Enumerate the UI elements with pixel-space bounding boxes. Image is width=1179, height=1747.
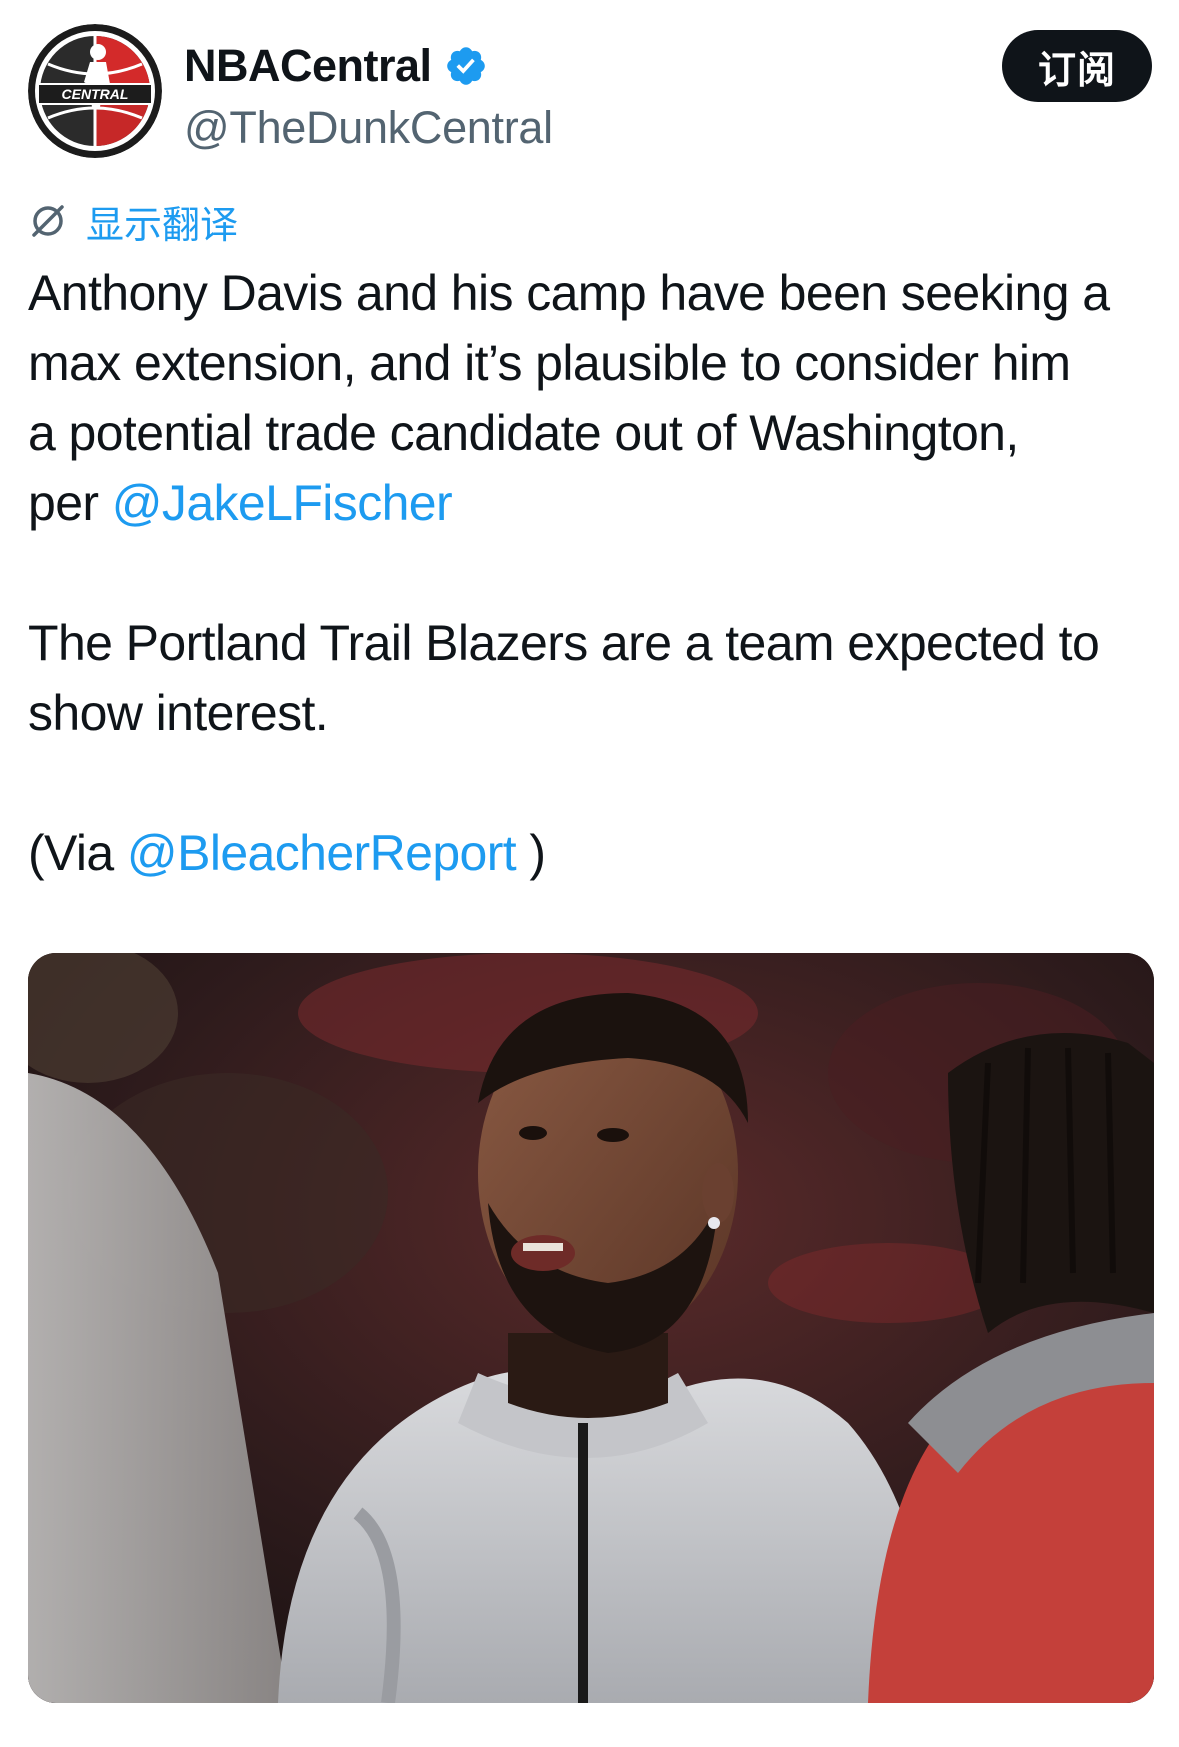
tweet-line: Anthony Davis and his camp have been see…: [28, 265, 1110, 321]
tweet-text-fragment: (Via: [28, 825, 127, 881]
subscribe-button[interactable]: 订阅: [1002, 30, 1152, 102]
tweet-line: (Via @BleacherReport ): [28, 818, 1158, 888]
tweet-text-fragment: ): [516, 825, 546, 881]
tweet-line: per @JakeLFischer: [28, 468, 1158, 538]
tweet-line: show interest.: [28, 685, 329, 741]
display-name[interactable]: NBACentral: [184, 40, 432, 92]
tweet-header: CENTRAL NBACentral @TheDunkCentral 订阅: [28, 24, 1152, 160]
author-block: NBACentral @TheDunkCentral: [184, 38, 553, 154]
avatar-logo-text: CENTRAL: [62, 86, 129, 102]
tweet-photo[interactable]: [28, 953, 1154, 1703]
translate-icon: [32, 205, 64, 237]
tweet-line: a potential trade candidate out of Washi…: [28, 405, 1019, 461]
tweet-text-fragment: per: [28, 475, 112, 531]
tweet-line: The Portland Trail Blazers are a team ex…: [28, 615, 1100, 671]
translate-label[interactable]: 显示翻译: [86, 194, 238, 249]
avatar[interactable]: CENTRAL: [28, 24, 162, 158]
show-translation-link[interactable]: 显示翻译: [28, 194, 238, 249]
verified-badge-icon: [446, 47, 485, 85]
mention-link-jakelfischer[interactable]: @JakeLFischer: [112, 475, 453, 531]
tweet-line: max extension, and it’s plausible to con…: [28, 335, 1071, 391]
handle[interactable]: @TheDunkCentral: [184, 102, 553, 154]
mention-link-bleacherreport[interactable]: @BleacherReport: [127, 825, 517, 881]
tweet-text: Anthony Davis and his camp have been see…: [28, 258, 1158, 888]
